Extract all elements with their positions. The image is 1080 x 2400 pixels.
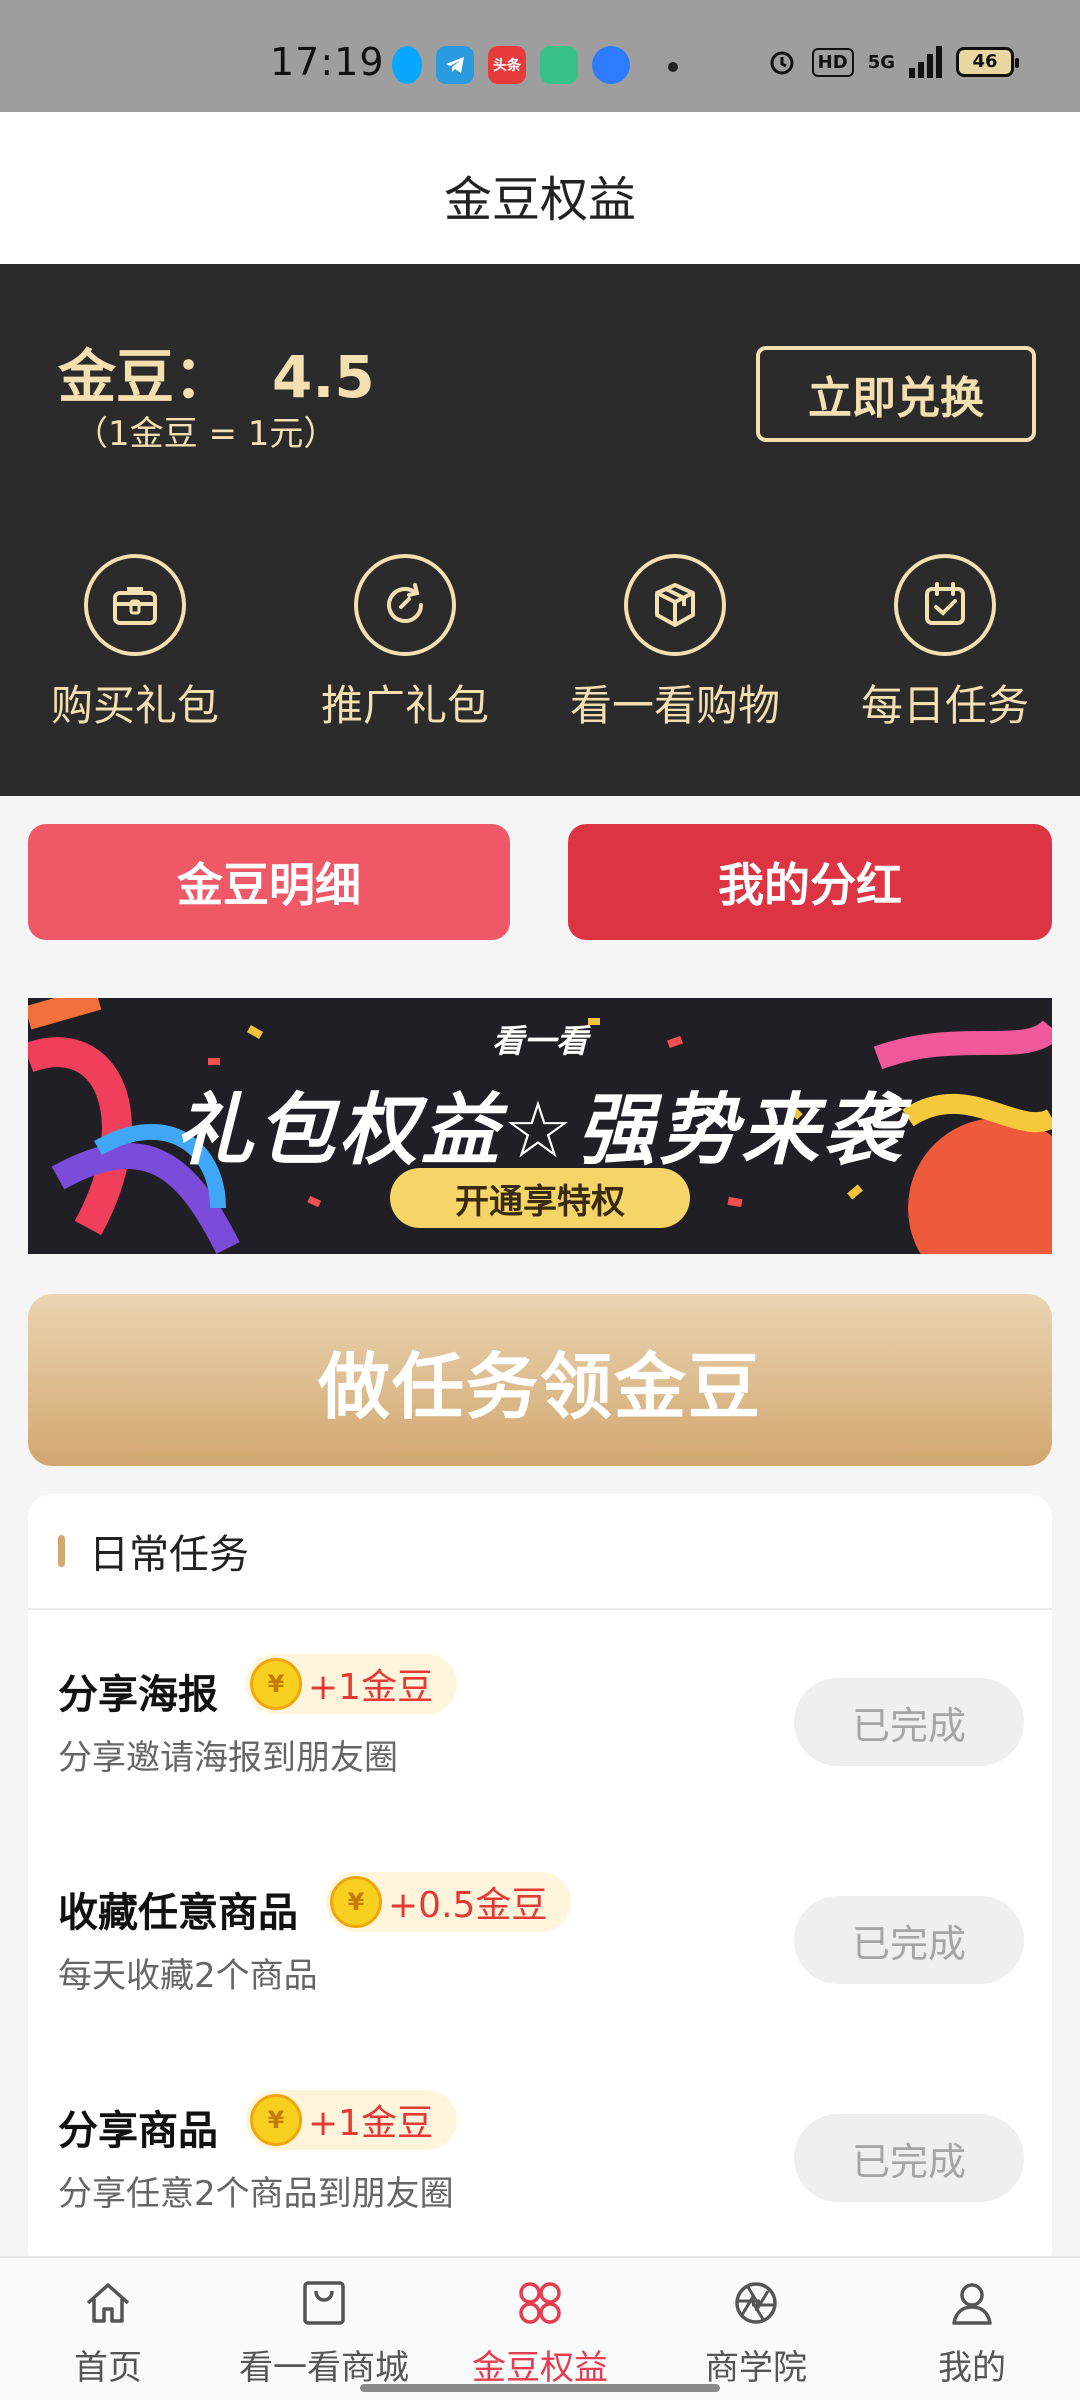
- refresh-icon: [354, 554, 456, 656]
- reward-badge: ¥ +1金豆: [246, 2090, 458, 2150]
- page-title: 金豆权益: [443, 172, 636, 228]
- signal-icon: [909, 46, 942, 78]
- status-right: HD 5G 46: [766, 46, 1019, 78]
- task-name: 收藏任意商品: [58, 1890, 298, 1936]
- balance-panel: 金豆： 4.5 （1金豆 = 1元） 立即兑换 购买礼包 推广礼包 看一看购物 …: [0, 264, 1080, 796]
- nav-gold-bean[interactable]: 金豆权益: [432, 2258, 648, 2400]
- task-desc: 每天收藏2个商品: [58, 1956, 318, 1996]
- bean-label: 金豆：: [58, 343, 233, 411]
- section-accent-bar: [58, 1535, 65, 1567]
- quick-action-label: 看一看购物: [569, 681, 780, 730]
- gift-box-icon: [84, 554, 186, 656]
- bean-balance: 金豆： 4.5: [58, 330, 375, 414]
- package-icon: [624, 554, 726, 656]
- reward-text: +1金豆: [308, 1667, 434, 1708]
- section-head: 日常任务: [28, 1494, 1052, 1610]
- shopping-bag-icon: [295, 2274, 353, 2332]
- nav-home[interactable]: 首页: [0, 2258, 216, 2400]
- browser-icon: [592, 46, 630, 84]
- quick-action-label: 每日任务: [860, 681, 1029, 730]
- coin-icon: ¥: [250, 2094, 302, 2146]
- reward-text: +0.5金豆: [388, 1885, 548, 1926]
- status-app-icons: 头条: [392, 46, 630, 84]
- task-done-button[interactable]: 已完成: [794, 2114, 1024, 2202]
- promo-banner[interactable]: 看一看 礼包权益☆强势来袭 开通享特权: [28, 998, 1052, 1254]
- reward-badge: ¥ +0.5金豆: [326, 1872, 572, 1932]
- bean-detail-button[interactable]: 金豆明细: [28, 824, 510, 940]
- nav-label: 首页: [74, 2348, 142, 2388]
- telegram-icon: [436, 46, 474, 84]
- notification-dot: [668, 62, 678, 72]
- nav-mine[interactable]: 我的: [864, 2258, 1080, 2400]
- status-bar: 17:19 头条 HD 5G 46: [0, 0, 1080, 112]
- app-green-icon: [540, 46, 578, 84]
- my-dividend-button[interactable]: 我的分红: [568, 824, 1052, 940]
- battery-icon: 46: [956, 47, 1019, 77]
- task-row: 分享商品 ¥ +1金豆 分享任意2个商品到朋友圈 已完成: [28, 2048, 1052, 2268]
- quick-action-daily-task[interactable]: 每日任务: [810, 554, 1080, 733]
- qq-icon: [392, 46, 422, 84]
- coin-icon: ¥: [330, 1876, 382, 1928]
- network-type: 5G: [867, 51, 895, 73]
- clover-icon: [511, 2274, 569, 2332]
- nav-label: 商学院: [705, 2348, 807, 2388]
- banner-subtitle: 看一看: [491, 1022, 588, 1060]
- bottom-nav: 首页 看一看商城 金豆权益 商学院 我的: [0, 2256, 1080, 2400]
- quick-action-label: 推广礼包: [320, 681, 489, 730]
- task-done-button[interactable]: 已完成: [794, 1896, 1024, 1984]
- daily-task-card: 日常任务 分享海报 ¥ +1金豆 分享邀请海报到朋友圈 已完成 收藏任意商品 ¥…: [28, 1494, 1052, 2274]
- quick-action-promo-gift[interactable]: 推广礼包: [270, 554, 540, 733]
- nav-academy[interactable]: 商学院: [648, 2258, 864, 2400]
- quick-action-shopping[interactable]: 看一看购物: [540, 554, 810, 733]
- banner-cta-button[interactable]: 开通享特权: [390, 1168, 690, 1228]
- quick-action-label: 购买礼包: [50, 681, 219, 730]
- banner-title: 礼包权益☆强势来袭: [175, 1086, 905, 1176]
- title-bar: 金豆权益: [0, 112, 1080, 264]
- nav-label: 我的: [938, 2348, 1006, 2388]
- task-desc: 分享任意2个商品到朋友圈: [58, 2174, 454, 2214]
- home-icon: [79, 2274, 137, 2332]
- task-desc: 分享邀请海报到朋友圈: [58, 1738, 398, 1778]
- task-row: 收藏任意商品 ¥ +0.5金豆 每天收藏2个商品 已完成: [28, 1830, 1052, 2050]
- exchange-rate: （1金豆 = 1元）: [74, 414, 338, 454]
- calendar-check-icon: [894, 554, 996, 656]
- task-row: 分享海报 ¥ +1金豆 分享邀请海报到朋友圈 已完成: [28, 1612, 1052, 1832]
- coin-icon: ¥: [250, 1658, 302, 1710]
- nav-label: 金豆权益: [472, 2348, 608, 2388]
- alarm-icon: [770, 51, 794, 75]
- reward-badge: ¥ +1金豆: [246, 1654, 458, 1714]
- toutiao-icon: 头条: [488, 46, 526, 84]
- reward-text: +1金豆: [308, 2103, 434, 2144]
- aperture-icon: [727, 2274, 785, 2332]
- user-icon: [943, 2274, 1001, 2332]
- task-name: 分享海报: [58, 1672, 218, 1718]
- quick-action-buy-gift[interactable]: 购买礼包: [0, 554, 270, 733]
- section-title: 日常任务: [89, 1532, 249, 1578]
- hd-badge: HD: [811, 47, 854, 77]
- task-done-button[interactable]: 已完成: [794, 1678, 1024, 1766]
- nav-mall[interactable]: 看一看商城: [216, 2258, 432, 2400]
- exchange-button[interactable]: 立即兑换: [756, 346, 1036, 442]
- status-time: 17:19: [270, 40, 385, 84]
- quick-actions: 购买礼包 推广礼包 看一看购物 每日任务: [0, 554, 1080, 733]
- nav-label: 看一看商城: [239, 2348, 409, 2388]
- task-name: 分享商品: [58, 2108, 218, 2154]
- page: 17:19 头条 HD 5G 46 金豆权益 金豆： 4.5 （1金豆 = 1元…: [0, 0, 1080, 2400]
- bean-value: 4.5: [272, 343, 375, 411]
- home-indicator[interactable]: [360, 2384, 720, 2392]
- task-header: 做任务领金豆: [28, 1294, 1052, 1466]
